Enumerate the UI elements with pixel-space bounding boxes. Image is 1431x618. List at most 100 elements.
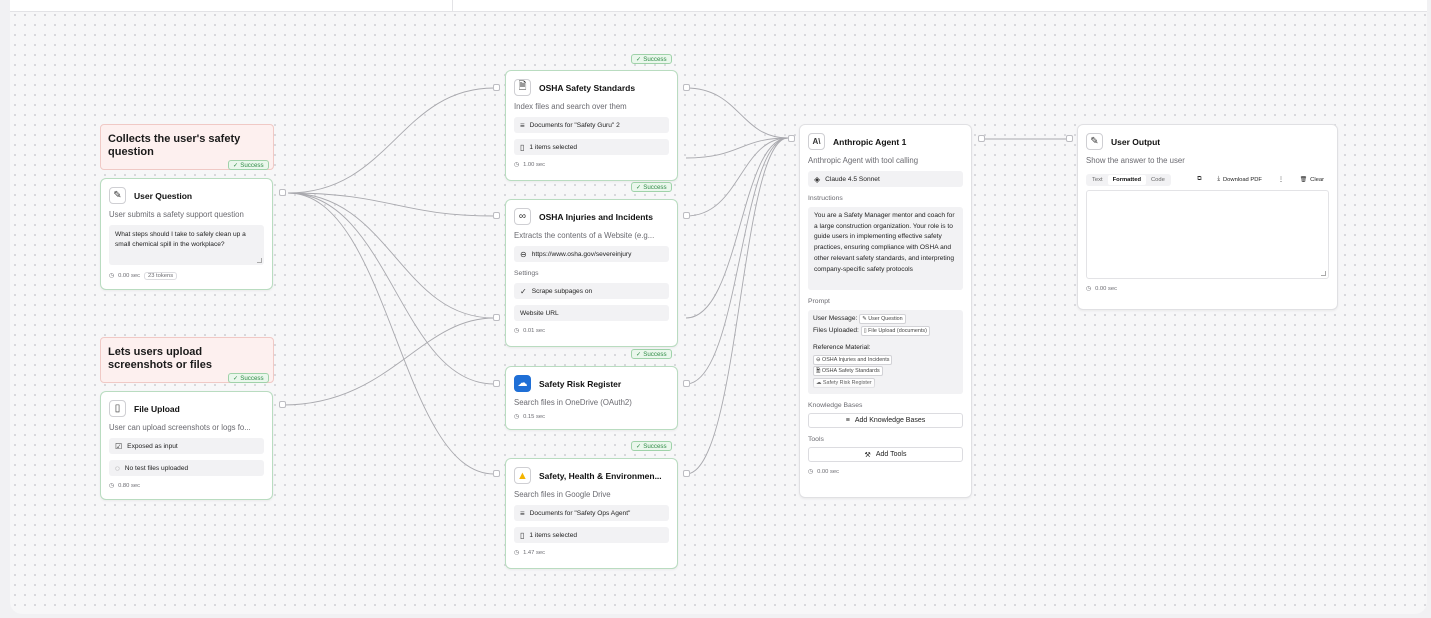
input-handle[interactable] [1066, 135, 1073, 142]
run-time: 0.15 sec [523, 414, 545, 420]
success-badge: ✓ Success [631, 54, 672, 64]
tab-formatted[interactable]: Formatted [1107, 174, 1146, 185]
row-label: No test files uploaded [124, 464, 189, 472]
question-input[interactable]: What steps should I take to safely clean… [109, 225, 264, 265]
trash-icon: 🗑 [1299, 176, 1308, 183]
note-text: Collects the user's safety question [108, 133, 241, 158]
instructions-input[interactable]: You are a Safety Manager mentor and coac… [808, 207, 963, 290]
run-time: 0.00 sec [817, 469, 839, 475]
chip-label: File Upload (documents) [868, 327, 927, 334]
chip-label: OSHA Injuries and Incidents [822, 356, 890, 363]
run-time: 1.47 sec [523, 550, 545, 556]
input-handle[interactable] [493, 212, 500, 219]
tab-code[interactable]: Code [1146, 175, 1170, 185]
success-label: Success [643, 55, 667, 63]
more-options-button[interactable]: ⋮ [1273, 174, 1289, 186]
button-label: Add Tools [875, 451, 907, 458]
pencil-icon: ✎ [109, 187, 126, 204]
button-label: Clear [1310, 176, 1324, 183]
prompt-input[interactable]: User Message: ✎ User Question Files Uplo… [808, 310, 963, 394]
node-osha-standards[interactable]: 🗎 OSHA Safety Standards Index files and … [505, 70, 678, 181]
clock-icon: ◷ [514, 328, 520, 334]
success-badge: ✓ Success [631, 441, 672, 451]
row-label: https://www.osha.gov/severeinjury [531, 250, 632, 258]
document-search-icon: 🗎 [514, 79, 531, 96]
node-description: User can upload screenshots or logs fo..… [109, 423, 251, 432]
tools-label: Tools [808, 436, 824, 443]
check-icon: ✓ [233, 161, 239, 169]
success-badge: ✓ Success [228, 160, 269, 170]
url-row[interactable]: ⊖ https://www.osha.gov/severeinjury [514, 246, 669, 262]
more-icon: ⋮ [1277, 176, 1284, 183]
clock-icon: ◷ [109, 273, 115, 279]
selected-files-row[interactable]: ▯ 1 items selected [514, 527, 669, 543]
check-icon: ✓ [233, 374, 239, 382]
selected-files-row[interactable]: ▯ 1 items selected [514, 139, 669, 155]
row-label: Documents for "Safety Guru" 2 [529, 121, 620, 129]
tab-text[interactable]: Text [1087, 175, 1108, 185]
output-handle[interactable] [683, 470, 690, 477]
row-label: Scrape subpages on [531, 287, 593, 295]
row-label: Claude 4.5 Sonnet [825, 175, 880, 183]
node-description: Extracts the contents of a Website (e.g.… [514, 231, 655, 240]
prompt-ref-label: Reference Material: [813, 344, 871, 351]
osha-standards-chip[interactable]: 🗎 OSHA Safety Standards [813, 366, 883, 376]
model-select[interactable]: ◈ Claude 4.5 Sonnet [808, 171, 963, 187]
knowledge-base-row[interactable]: ≡ Documents for "Safety Ops Agent" [514, 505, 669, 521]
knowledge-base-row[interactable]: ≡ Documents for "Safety Guru" 2 [514, 117, 669, 133]
scrape-subpages-row[interactable]: ✓ Scrape subpages on [514, 283, 669, 299]
format-tabs: Text Formatted Code [1086, 173, 1171, 186]
success-badge: ✓ Success [631, 182, 672, 192]
output-handle[interactable] [279, 189, 286, 196]
node-title: User Question [134, 190, 193, 201]
output-handle[interactable] [683, 380, 690, 387]
prompt-label: Prompt [808, 298, 830, 305]
knowledge-bases-label: Knowledge Bases [808, 402, 863, 409]
run-time: 0.00 sec [1095, 286, 1117, 292]
input-handle[interactable] [493, 314, 500, 321]
output-area[interactable] [1086, 190, 1329, 279]
clear-button[interactable]: 🗑 Clear [1295, 174, 1329, 186]
output-handle[interactable] [279, 401, 286, 408]
output-handle[interactable] [683, 212, 690, 219]
node-file-upload[interactable]: ▯ File Upload User can upload screenshot… [100, 391, 273, 500]
node-osha-injuries[interactable]: ∞ OSHA Injuries and Incidents Extracts t… [505, 199, 678, 347]
row-label: 1 items selected [529, 531, 578, 539]
input-handle[interactable] [493, 84, 500, 91]
settings-label: Settings [514, 270, 539, 277]
input-handle[interactable] [493, 380, 500, 387]
download-icon: ⤓ [1217, 176, 1220, 182]
prompt-user-label: User Message: [813, 315, 858, 322]
add-tools-button[interactable]: ⚒ Add Tools [808, 447, 963, 462]
risk-register-chip[interactable]: ☁ Safety Risk Register [813, 377, 875, 388]
output-handle[interactable] [978, 135, 985, 142]
run-time: 0.00 sec [118, 273, 140, 279]
input-handle[interactable] [788, 135, 795, 142]
checkbox-icon: ☑ [115, 441, 123, 451]
node-risk-register[interactable]: ☁ Safety Risk Register Search files in O… [505, 366, 678, 430]
run-time: 0.01 sec [523, 328, 545, 334]
test-files-row[interactable]: ◌ No test files uploaded [109, 460, 264, 476]
input-handle[interactable] [493, 470, 500, 477]
file-icon: ▯ [520, 142, 525, 152]
resize-handle[interactable] [1321, 271, 1326, 276]
node-user-output[interactable]: ✎ User Output Show the answer to the use… [1077, 124, 1338, 310]
download-pdf-button[interactable]: ⤓ Download PDF [1212, 173, 1267, 186]
copy-button[interactable]: ⧉ [1192, 173, 1206, 186]
google-drive-icon: ▲ [514, 467, 531, 484]
success-label: Success [240, 374, 264, 382]
node-user-question[interactable]: ✎ User Question User submits a safety su… [100, 178, 273, 290]
output-handle[interactable] [683, 84, 690, 91]
file-upload-chip[interactable]: ▯ File Upload (documents) [860, 325, 930, 336]
add-knowledge-bases-button[interactable]: ≡ Add Knowledge Bases [808, 413, 963, 428]
row-label: Website URL [520, 309, 559, 317]
check-icon: ✓ [636, 183, 642, 191]
node-anthropic-agent[interactable]: A\ Anthropic Agent 1 Anthropic Agent wit… [799, 124, 972, 498]
resize-handle[interactable] [257, 258, 262, 263]
user-question-chip[interactable]: ✎ User Question [859, 314, 906, 324]
website-url-row[interactable]: Website URL [514, 305, 669, 321]
node-she[interactable]: ▲ Safety, Health & Environmen... Search … [505, 458, 678, 569]
osha-injuries-chip[interactable]: ⊖ OSHA Injuries and Incidents [813, 354, 893, 365]
exposed-input-row[interactable]: ☑ Exposed as input [109, 438, 264, 454]
database-icon: ≡ [845, 417, 850, 424]
